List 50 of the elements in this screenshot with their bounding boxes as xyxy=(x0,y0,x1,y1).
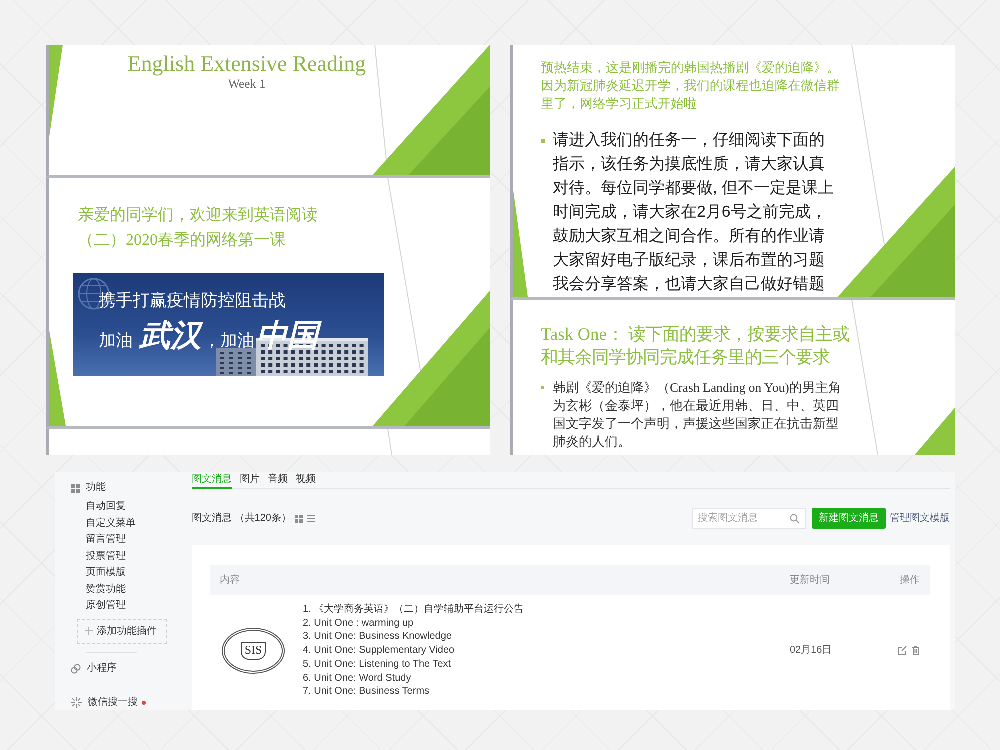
sidebar-item[interactable]: 留言管理 xyxy=(86,532,126,548)
bullet-icon xyxy=(541,386,544,389)
article-title[interactable]: 4. Unit One: Supplementary Video xyxy=(303,644,455,658)
sparkle-icon xyxy=(71,697,82,708)
media-tab[interactable]: 图片 xyxy=(240,472,260,489)
column-header: 操作 xyxy=(900,574,920,588)
add-plugin-button[interactable]: 添加功能插件 xyxy=(77,618,167,644)
slide-title: English Extensive Reading xyxy=(126,51,368,77)
linked-circles-icon xyxy=(71,664,81,674)
sidebar-item[interactable]: 自定义菜单 xyxy=(86,516,136,532)
sidebar-item[interactable]: 页面模版 xyxy=(86,565,126,582)
template-link[interactable]: 管理图文模版 xyxy=(890,511,950,526)
grid-view-icon[interactable] xyxy=(295,514,304,522)
corner-triangle-drawing xyxy=(915,408,955,455)
list-view-icon[interactable] xyxy=(307,514,316,522)
sidebar-item[interactable]: 自动回复 xyxy=(86,499,126,516)
sidebar-section-title: 功能 xyxy=(86,480,106,495)
grid-icon xyxy=(71,484,80,492)
media-tab[interactable]: 音频 xyxy=(268,472,288,489)
search-field[interactable]: 搜索图文消息 xyxy=(692,508,806,529)
article-title[interactable]: 3. Unit One: Business Knowledge xyxy=(303,630,452,644)
article-title[interactable]: 6. Unit One: Word Study xyxy=(303,672,412,686)
decorative-line xyxy=(388,429,392,455)
update-date: 02月16日 xyxy=(790,644,832,658)
article-title[interactable]: 7. Unit One: Business Terms xyxy=(303,685,430,699)
sidebar-item[interactable]: 赞赏功能 xyxy=(86,582,126,598)
slide-heading: Task One： 读下面的要求，按要求自主或和其余同学协同完成任务里的三个要求 xyxy=(541,323,850,369)
bullet-text: 韩剧《爱的迫降》（Crash Landing on You)的男主角为玄彬（金泰坪），他在最近用韩、日、中、英四国文字发了一个声明，声援这些国家正在抗击新型肺炎的人们。 xyxy=(553,380,842,451)
sidebar-link[interactable]: 微信搜一搜 xyxy=(71,694,138,710)
search-icon[interactable] xyxy=(790,514,800,524)
article-title[interactable]: 2. Unit One : warming up xyxy=(303,616,414,630)
sidebar-item[interactable]: 投票管理 xyxy=(86,548,126,565)
slide-heading: 亲爱的同学们，欢迎来到英语阅读（二）2020春季的网络第一课 xyxy=(78,206,319,251)
plus-icon xyxy=(85,627,93,635)
media-tab[interactable]: 视频 xyxy=(296,472,316,489)
list-title: 图文消息 （共120条） xyxy=(192,512,292,526)
bullet-text: 请进入我们的任务一，仔细阅读下面的指示，该任务为摸底性质，请大家认真对待。每位同学都要做, 但不一定是课上时间完成，请大家在2月6号之前完成，鼓励大家互相之间合作。所有的作业请大家留好电子版纪录，课后布置的习题我会分享答案，也请大家自己做好错题 xyxy=(553,130,835,295)
sidebar-link[interactable]: 小程序 xyxy=(71,660,117,676)
sidebar-item[interactable]: 原创管理 xyxy=(86,598,126,614)
article-title[interactable]: 5. Unit One: Listening to The Text xyxy=(303,658,452,672)
article-title[interactable]: 1. 《大学商务英语》（二）自学辅助平台运行公告 xyxy=(303,603,524,617)
slide-intro: 预热结束，这是刚播完的韩国热播剧《爱的迫降》。因为新冠肺炎延迟开学，我们的课程也迫降在微信群里了，网络学习正式开始啦 xyxy=(541,59,841,113)
column-header: 更新时间 xyxy=(790,574,830,588)
bullet-icon xyxy=(541,139,545,143)
edit-icon[interactable] xyxy=(898,646,907,656)
banner-headline: 携手打赢疫情防控阻击战 xyxy=(99,290,286,312)
slide-subtitle: Week 1 xyxy=(227,77,267,92)
delete-icon[interactable] xyxy=(912,646,920,656)
emblem-initials: SIS xyxy=(240,642,266,660)
column-header: 内容 xyxy=(220,574,240,588)
